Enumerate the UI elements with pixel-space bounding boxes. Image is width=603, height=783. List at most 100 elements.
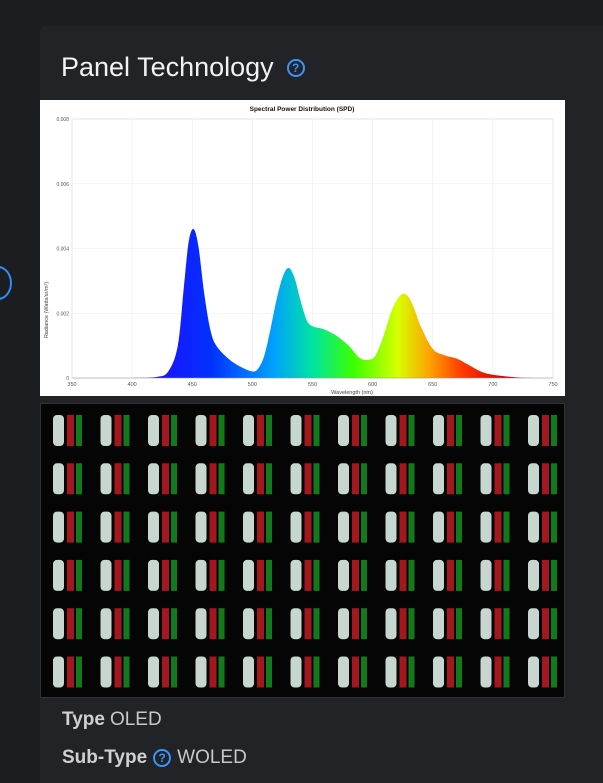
type-label: Type (62, 709, 105, 730)
white-subpixel (53, 656, 64, 688)
white-subpixel (148, 463, 159, 495)
subpixel-group (195, 511, 225, 543)
x-tick-label: 400 (128, 382, 137, 388)
subpixel-group (148, 608, 177, 640)
red-subpixel (494, 608, 502, 640)
green-subpixel (266, 608, 272, 640)
red-subpixel (447, 656, 454, 688)
green-subpixel (313, 656, 320, 688)
green-subpixel (123, 656, 130, 688)
section-header: Panel Technology ? (61, 52, 305, 83)
green-subpixel (76, 559, 82, 591)
white-subpixel (433, 608, 444, 640)
white-subpixel (290, 511, 302, 543)
y-axis-label: Radiance (Watts/sr/m²) (44, 282, 50, 339)
white-subpixel (243, 656, 254, 688)
green-subpixel (171, 463, 177, 495)
red-subpixel (162, 608, 169, 640)
green-subpixel (266, 511, 272, 543)
subpixel-group (100, 559, 130, 591)
subpixel-group (480, 415, 510, 446)
red-subpixel (304, 608, 312, 640)
red-subpixel (542, 608, 549, 640)
white-subpixel (338, 511, 349, 543)
green-subpixel (313, 559, 320, 591)
green-subpixel (408, 463, 415, 495)
x-tick-label: 550 (308, 382, 317, 388)
subpixel-group (480, 656, 510, 688)
white-subpixel (148, 656, 159, 688)
green-subpixel (123, 559, 130, 591)
red-subpixel (257, 511, 264, 543)
subpixel-group (195, 463, 225, 495)
subpixel-group (338, 656, 367, 688)
subpixel-group (433, 656, 462, 688)
green-subpixel (503, 559, 510, 591)
subpixel-group (433, 463, 462, 495)
green-subpixel (266, 656, 272, 688)
green-subpixel (218, 415, 225, 446)
green-subpixel (551, 559, 557, 591)
red-subpixel (542, 463, 549, 495)
subpixel-group (290, 608, 320, 640)
green-subpixel (503, 463, 510, 495)
red-subpixel (114, 463, 122, 495)
green-subpixel (218, 559, 225, 591)
y-tick-label: 0.006 (56, 182, 69, 188)
red-subpixel (447, 415, 454, 446)
subpixel-group (100, 415, 130, 446)
green-subpixel (171, 656, 177, 688)
green-subpixel (313, 608, 320, 640)
white-subpixel (100, 608, 112, 640)
green-subpixel (408, 511, 415, 543)
subpixel-group (480, 559, 510, 591)
red-subpixel (162, 511, 169, 543)
white-subpixel (385, 415, 397, 446)
subpixel-group (195, 559, 225, 591)
green-subpixel (218, 608, 225, 640)
red-subpixel (399, 511, 407, 543)
subpixel-group (53, 415, 82, 446)
red-subpixel (67, 559, 74, 591)
subpixel-group (528, 511, 557, 543)
green-subpixel (503, 608, 510, 640)
subpixel-group (148, 656, 177, 688)
white-subpixel (53, 463, 64, 495)
green-subpixel (361, 415, 367, 446)
red-subpixel (542, 511, 549, 543)
subpixel-group (195, 415, 225, 446)
white-subpixel (290, 656, 302, 688)
red-subpixel (257, 559, 264, 591)
y-tick-label: 0.002 (56, 311, 69, 317)
subpixel-group (528, 415, 557, 446)
white-subpixel (148, 511, 159, 543)
red-subpixel (447, 463, 454, 495)
subpixel-group (195, 656, 225, 688)
green-subpixel (361, 463, 367, 495)
white-subpixel (528, 608, 539, 640)
help-icon[interactable]: ? (286, 58, 305, 77)
white-subpixel (100, 511, 112, 543)
red-subpixel (447, 608, 454, 640)
subpixel-group (243, 415, 272, 446)
white-subpixel (385, 608, 397, 640)
white-subpixel (290, 415, 302, 446)
subpixel-group (53, 463, 82, 495)
white-subpixel (195, 511, 207, 543)
white-subpixel (338, 415, 349, 446)
red-subpixel (399, 656, 407, 688)
x-tick-label: 700 (488, 382, 497, 388)
subpixel-group (480, 608, 510, 640)
subtype-help-icon[interactable]: ? (153, 749, 172, 767)
subpixel-group (433, 559, 462, 591)
white-subpixel (195, 559, 207, 591)
white-subpixel (243, 463, 254, 495)
green-subpixel (361, 511, 367, 543)
white-subpixel (528, 463, 539, 495)
more-options-button[interactable]: ⋮ (0, 266, 12, 300)
red-subpixel (257, 415, 264, 446)
white-subpixel (53, 415, 64, 446)
subpixel-group (385, 608, 415, 640)
white-subpixel (53, 559, 64, 591)
white-subpixel (433, 463, 444, 495)
